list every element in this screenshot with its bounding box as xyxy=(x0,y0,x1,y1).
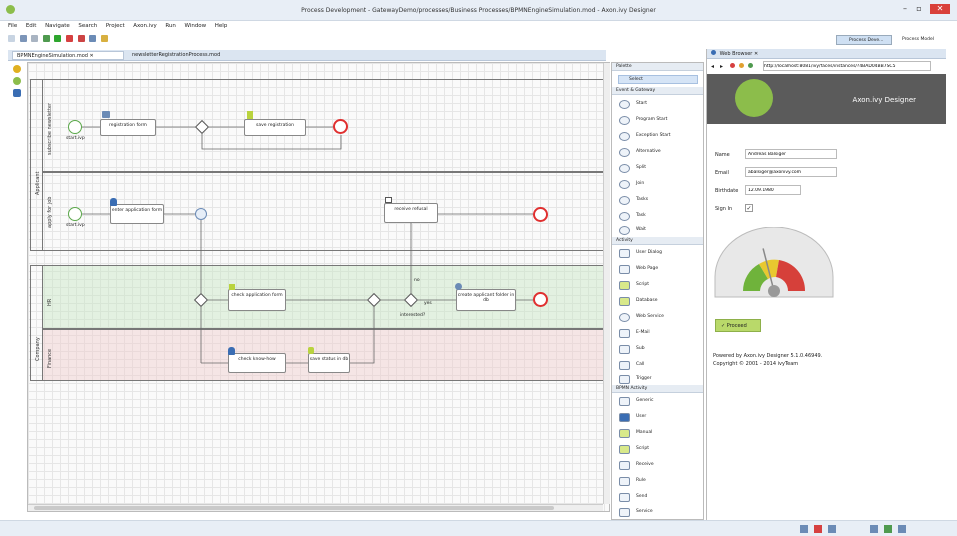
signin-label: Sign In xyxy=(715,206,733,212)
menu-navigate[interactable]: Navigate xyxy=(45,23,70,29)
print-icon[interactable] xyxy=(31,35,39,42)
new-icon[interactable] xyxy=(8,35,15,42)
db-icon xyxy=(308,347,314,354)
birthdate-label: Birthdate xyxy=(715,188,739,194)
toolbar: Process Deve... Process Model xyxy=(8,35,938,47)
name-label: Name xyxy=(715,152,730,158)
palette-select[interactable]: Select xyxy=(618,75,698,84)
end-event-3[interactable] xyxy=(533,292,548,307)
left-trim-stack xyxy=(11,62,25,102)
menu-help[interactable]: Help xyxy=(215,23,228,29)
process-canvas[interactable]: Applicant subscribe newsletter apply for… xyxy=(27,62,610,512)
birthdate-field[interactable] xyxy=(745,185,801,195)
palette-section-events[interactable]: Event & Gateway xyxy=(612,87,703,95)
status-icons xyxy=(800,525,940,533)
task-switch-event[interactable] xyxy=(195,208,207,220)
label-yes: yes xyxy=(424,301,432,306)
palette-section-activity[interactable]: Activity xyxy=(612,237,703,245)
perspective-process-model[interactable]: Process Model xyxy=(894,35,942,45)
menu-search[interactable]: Search xyxy=(78,23,97,29)
tab-newsletter-registration[interactable]: newsletterRegistrationProcess.mod xyxy=(128,51,248,60)
save-icon[interactable] xyxy=(19,35,27,42)
palette-header: Palette xyxy=(612,63,703,71)
people-icon[interactable] xyxy=(13,89,21,97)
menu-edit[interactable]: Edit xyxy=(26,23,37,29)
name-field[interactable] xyxy=(745,149,837,159)
tools-icon[interactable] xyxy=(100,35,108,42)
window-title: Process Development - GatewayDemo/proces… xyxy=(301,7,656,14)
menu-project[interactable]: Project xyxy=(106,23,125,29)
axonivy-logo-icon xyxy=(735,79,773,117)
task-receive-refusal[interactable]: receive refusal xyxy=(384,203,438,223)
go-icon[interactable] xyxy=(748,63,753,68)
horizontal-scrollbar[interactable] xyxy=(28,504,603,511)
signin-checkbox[interactable]: ✓ xyxy=(745,204,753,212)
script-icon xyxy=(247,111,253,119)
menu-bar: File Edit Navigate Search Project Axon.i… xyxy=(8,23,308,33)
browser-header: Axon.ivy Designer xyxy=(707,74,946,124)
back-icon[interactable]: ◂ xyxy=(711,63,714,70)
stop-icon[interactable] xyxy=(65,35,73,42)
label-interested: interested? xyxy=(400,313,426,318)
user-icon-2 xyxy=(228,347,235,355)
run-icon[interactable] xyxy=(54,35,62,42)
task-enter-application[interactable]: enter application form xyxy=(110,204,164,224)
powered-by-text: Powered by Axon.ivy Designer 5.1.0.46949… xyxy=(713,353,823,359)
menu-run[interactable]: Run xyxy=(165,23,176,29)
copyright-text: Copyright © 2001 - 2014 ivyTeam xyxy=(713,361,799,367)
end-event-2[interactable] xyxy=(533,207,548,222)
user-icon xyxy=(110,198,117,206)
forward-icon[interactable]: ▸ xyxy=(720,63,723,70)
start-event-1[interactable] xyxy=(68,120,82,134)
browser-toolbar: ◂ ▸ xyxy=(707,60,946,72)
manual-icon xyxy=(229,284,235,290)
menu-window[interactable]: Window xyxy=(184,23,206,29)
end-event-1[interactable] xyxy=(333,119,348,134)
status-bar xyxy=(0,520,957,536)
task-check-know-how[interactable]: check know-how xyxy=(228,353,286,373)
stop-load-icon[interactable] xyxy=(730,63,735,68)
close-button[interactable]: ✕ xyxy=(930,4,950,14)
service-icon xyxy=(455,283,462,290)
palette: Palette Select Event & Gateway Start Pro… xyxy=(611,62,704,520)
email-field[interactable] xyxy=(745,167,837,177)
refresh-icon[interactable] xyxy=(739,63,744,68)
debug-icon[interactable] xyxy=(42,35,50,42)
debug-view-icon[interactable] xyxy=(13,77,21,85)
task-registration-form[interactable]: registration form xyxy=(100,119,156,136)
url-field[interactable] xyxy=(763,61,931,71)
start-event-2-label: start.ivp xyxy=(66,223,85,228)
menu-axonivy[interactable]: Axon.ivy xyxy=(133,23,157,29)
outline-icon[interactable] xyxy=(13,65,21,73)
task-save-registration[interactable]: save registration xyxy=(244,119,306,136)
palette-section-bpmn[interactable]: BPMN Activity xyxy=(612,385,703,393)
email-label: Email xyxy=(715,170,729,176)
menu-file[interactable]: File xyxy=(8,23,17,29)
vertical-scrollbar[interactable] xyxy=(603,63,610,504)
receive-icon xyxy=(385,197,392,203)
search-icon[interactable] xyxy=(89,35,97,42)
maximize-button[interactable]: ▫ xyxy=(912,4,926,14)
web-browser-view: Web Browser ✕ ◂ ▸ Axon.ivy Designer Name… xyxy=(706,49,946,520)
task-create-folder[interactable]: create applicant folder in db xyxy=(456,289,516,311)
gauge xyxy=(714,227,834,298)
globe-icon xyxy=(711,50,716,55)
browser-tab[interactable]: Web Browser ✕ xyxy=(707,49,946,59)
tab-bpmn-engine-simulation[interactable]: BPMNEngineSimulation.mod ✕ xyxy=(12,51,124,60)
user-dialog-icon xyxy=(102,111,110,118)
task-save-status[interactable]: save status in db xyxy=(308,353,350,373)
start-event-2[interactable] xyxy=(68,207,82,221)
label-no: no xyxy=(414,278,420,283)
brand-title: Axon.ivy Designer xyxy=(852,96,916,104)
deploy-icon[interactable] xyxy=(77,35,85,42)
perspective-process-dev[interactable]: Process Deve... xyxy=(836,35,892,45)
start-event-1-label: start.ivp xyxy=(66,136,85,141)
minimize-button[interactable]: – xyxy=(898,4,912,14)
proceed-button[interactable]: ✓ Proceed xyxy=(715,319,761,332)
title-bar: Process Development - GatewayDemo/proces… xyxy=(0,0,957,21)
editor-tabs: BPMNEngineSimulation.mod ✕ newsletterReg… xyxy=(8,50,606,61)
task-check-application[interactable]: check application form xyxy=(228,289,286,311)
